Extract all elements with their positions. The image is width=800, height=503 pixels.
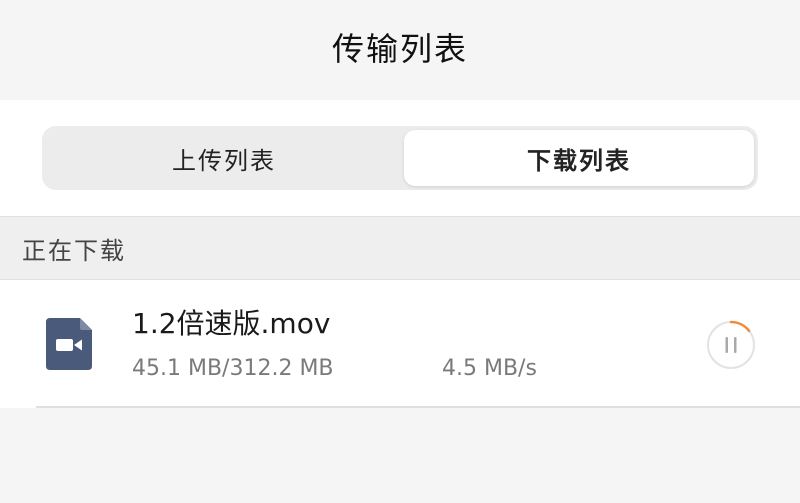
empty-list-area bbox=[0, 408, 800, 503]
tab-upload-list[interactable]: 上传列表 bbox=[46, 130, 402, 186]
file-name: 1.2倍速版.mov bbox=[132, 307, 331, 340]
section-title: 正在下载 bbox=[22, 236, 126, 265]
download-speed: 4.5 MB/s bbox=[442, 356, 537, 381]
download-list-item[interactable] bbox=[0, 280, 800, 408]
pause-icon bbox=[725, 337, 737, 353]
pause-button[interactable] bbox=[706, 320, 756, 370]
video-file-icon bbox=[46, 318, 92, 370]
title-bar: 传输列表 bbox=[0, 0, 800, 100]
section-header-downloading: 正在下载 bbox=[0, 216, 800, 280]
transfer-tabs: 上传列表 下载列表 bbox=[42, 126, 758, 190]
tab-download-list[interactable]: 下载列表 bbox=[404, 130, 754, 186]
page-title: 传输列表 bbox=[331, 30, 468, 68]
file-size-progress: 45.1 MB/312.2 MB bbox=[132, 356, 334, 381]
tab-bar-area: 上传列表 下载列表 bbox=[0, 100, 800, 216]
